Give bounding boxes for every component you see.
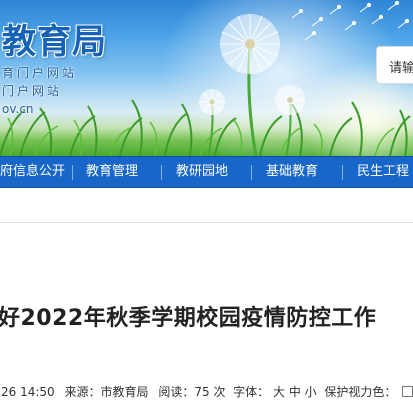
font-size-label: 字体： [233,385,270,399]
font-size-small[interactable]: 小 [305,383,317,400]
site-subtitle-line1: 育门户网站 [2,66,78,80]
reads-count: 75 [194,385,210,399]
floating-seeds [291,0,410,41]
nav-separator [72,165,73,180]
reads-unit: 次 [213,385,226,399]
nav-item-teaching-research[interactable]: 教研园地 [176,157,228,187]
header-banner: 教育局 育门户网站 门户网站 ov.cn 请输 [0,0,413,156]
article-meta: 26 14:50 来源：市教育局 阅读：75 次 字体： 大 中 小 保护视力色… [1,383,413,400]
content-divider [0,222,413,223]
nav-item-basic-education[interactable]: 基础教育 [266,157,318,187]
search-input[interactable]: 请输 [376,46,413,84]
publish-datetime: 26 14:50 [1,385,55,399]
nav-item-livelihood[interactable]: 民生工程 [357,157,409,187]
source-label: 来源： [64,385,101,399]
article-title: 好2022年秋季学期校园疫情防控工作 [0,306,377,331]
eye-care-label: 保护视力色： [324,385,397,399]
nav-separator [342,165,343,180]
font-size-large[interactable]: 大 [273,383,285,400]
dandelion-large [220,14,280,156]
nav-item-education-management[interactable]: 教育管理 [86,157,138,187]
font-size-medium[interactable]: 中 [289,383,301,400]
main-nav: 府信息公开 教育管理 教研园地 基础教育 民生工程 [0,156,413,188]
nav-separator [161,165,162,180]
nav-separator [251,165,252,180]
dandelion-small-1 [199,89,225,156]
site-domain: ov.cn [2,102,34,116]
reads-label: 阅读： [158,385,195,399]
site-name: 教育局 [2,22,107,62]
source-value: 市教育局 [100,385,149,399]
nav-item-government-info[interactable]: 府信息公开 [0,157,65,187]
site-subtitle-line2: 门户网站 [2,84,63,98]
eye-care-checkbox[interactable] [402,386,413,397]
